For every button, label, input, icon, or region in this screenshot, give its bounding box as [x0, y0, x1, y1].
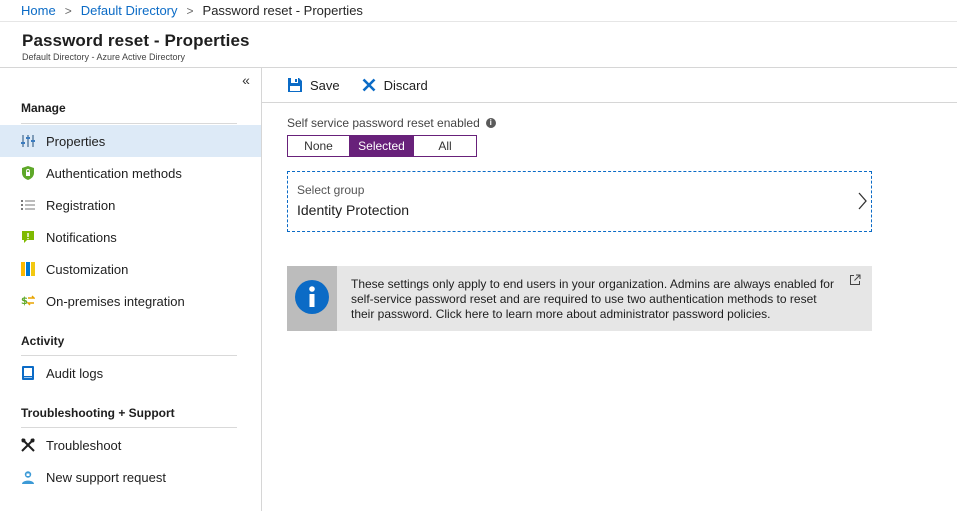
breadcrumb-current: Password reset - Properties	[202, 3, 363, 18]
sspr-option-all[interactable]: All	[414, 136, 476, 156]
page-title: Password reset - Properties	[22, 31, 250, 50]
sidebar-item-label: Properties	[46, 133, 106, 149]
sidebar-item-label: Audit logs	[46, 365, 104, 381]
sidebar-item-customization[interactable]: Customization	[0, 253, 261, 285]
breadcrumb-separator-icon: >	[64, 3, 72, 18]
select-group-label: Select group	[297, 183, 365, 197]
sidebar-item-on-premises-integration[interactable]: $ On-premises integration	[0, 285, 261, 317]
support-person-icon	[20, 469, 36, 485]
info-banner-icon-area	[287, 266, 337, 331]
sidebar-item-notifications[interactable]: Notifications	[0, 221, 261, 253]
info-banner-text: These settings only apply to end users i…	[351, 277, 834, 321]
section-header-manage: Manage	[21, 101, 66, 115]
sspr-option-none[interactable]: None	[288, 136, 350, 156]
sidebar-item-label: Authentication methods	[46, 165, 182, 181]
discard-button-label: Discard	[383, 77, 428, 93]
sidebar-item-label: Troubleshoot	[46, 437, 122, 453]
section-divider	[21, 355, 237, 356]
sidebar-item-properties[interactable]: Properties	[0, 125, 261, 157]
select-group-picker[interactable]: Select group Identity Protection	[287, 171, 872, 232]
section-header-activity: Activity	[21, 334, 65, 348]
save-button[interactable]: Save	[286, 76, 340, 94]
sidebar-item-label: Customization	[46, 261, 129, 277]
checklist-icon	[20, 197, 36, 213]
info-icon[interactable]: i	[485, 118, 496, 128]
svg-text:$: $	[21, 296, 28, 307]
sidebar-item-audit-logs[interactable]: Audit logs	[0, 357, 261, 389]
info-circle-icon	[294, 279, 330, 318]
section-divider	[21, 427, 237, 428]
sspr-label-text: Self service password reset enabled	[287, 116, 480, 130]
sidebar-item-label: Registration	[46, 197, 116, 213]
palette-icon	[20, 261, 36, 277]
sidebar: « Manage Properties Authentication metho…	[0, 68, 262, 511]
sidebar-item-new-support-request[interactable]: New support request	[0, 461, 261, 493]
sspr-segmented-control: None Selected All	[287, 135, 477, 157]
breadcrumb: Home > Default Directory > Password rese…	[0, 0, 957, 22]
sidebar-item-registration[interactable]: Registration	[0, 189, 261, 221]
section-header-troubleshooting: Troubleshooting + Support	[21, 406, 175, 420]
chevron-right-icon	[858, 192, 868, 210]
command-bar: Save Discard	[262, 68, 957, 103]
sidebar-item-label: Notifications	[46, 229, 117, 245]
wrench-icon	[20, 437, 36, 453]
info-banner[interactable]: These settings only apply to end users i…	[287, 266, 872, 331]
sync-icon: $	[20, 293, 36, 309]
section-divider	[21, 123, 237, 124]
audit-log-icon	[20, 365, 36, 381]
blade-header: Password reset - Properties Default Dire…	[0, 23, 957, 68]
save-button-label: Save	[310, 77, 340, 93]
sidebar-item-authentication-methods[interactable]: Authentication methods	[0, 157, 261, 189]
close-icon	[360, 76, 378, 94]
sspr-option-selected[interactable]: Selected	[350, 136, 414, 156]
sidebar-item-troubleshoot[interactable]: Troubleshoot	[0, 429, 261, 461]
breadcrumb-directory-link[interactable]: Default Directory	[81, 3, 178, 18]
shield-lock-icon	[20, 165, 36, 181]
collapse-sidebar-icon[interactable]: «	[239, 73, 253, 87]
breadcrumb-separator-icon: >	[186, 3, 194, 18]
page-subtitle: Default Directory - Azure Active Directo…	[22, 52, 186, 62]
external-link-icon[interactable]	[849, 274, 861, 286]
sidebar-item-label: On-premises integration	[46, 293, 185, 309]
breadcrumb-home-link[interactable]: Home	[21, 3, 56, 18]
discard-button[interactable]: Discard	[360, 76, 428, 94]
save-icon	[286, 76, 304, 94]
properties-sliders-icon	[20, 133, 36, 149]
sidebar-item-label: New support request	[46, 469, 166, 485]
sspr-enabled-label: Self service password reset enabled i	[287, 116, 496, 130]
notification-icon	[20, 229, 36, 245]
select-group-value: Identity Protection	[297, 202, 410, 218]
